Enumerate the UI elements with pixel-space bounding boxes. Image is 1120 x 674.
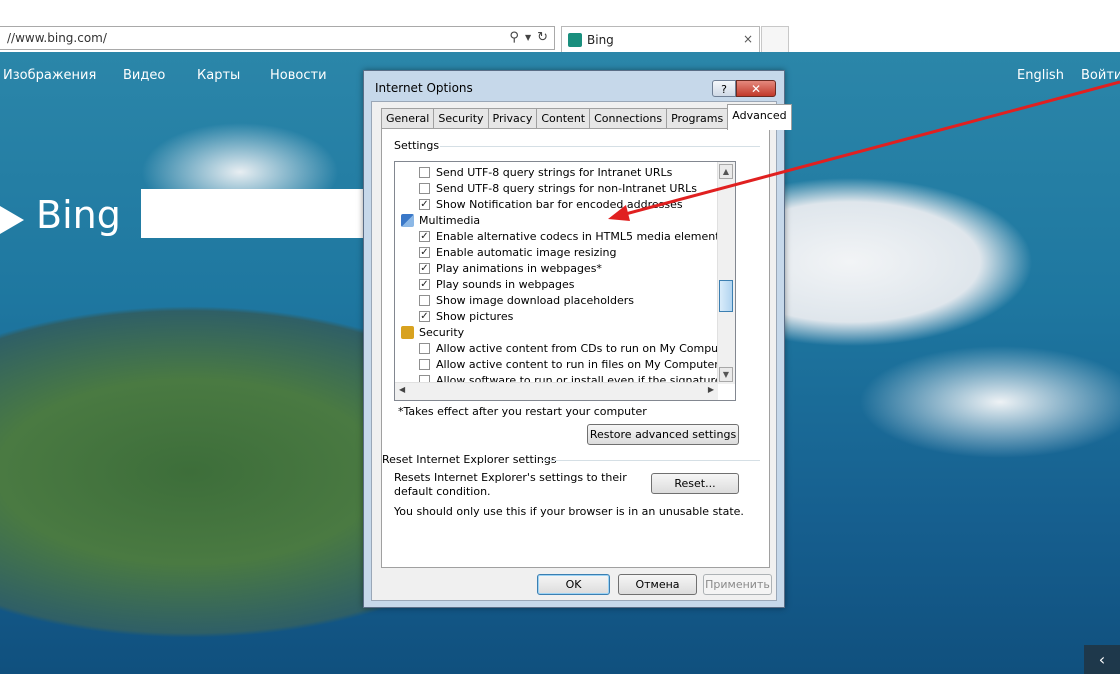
reset-warning: You should only use this if your browser… <box>394 505 744 518</box>
settings-item-label: Show image download placeholders <box>436 293 634 307</box>
address-tools: ⚲ ▼ ↻ <box>509 30 548 45</box>
tab-advanced[interactable]: Advanced <box>727 104 792 130</box>
checkbox[interactable]: ✓ <box>419 310 430 322</box>
settings-group-label: Settings <box>394 139 440 152</box>
browser-tab-bing[interactable]: Bing × <box>561 26 760 52</box>
apply-button[interactable]: Применить <box>703 574 772 595</box>
settings-item[interactable]: ✓ Enable alternative codecs in HTML5 medi… <box>419 228 731 244</box>
language-link[interactable]: English <box>1017 68 1064 83</box>
ok-button[interactable]: OK <box>537 574 610 595</box>
tab-connections[interactable]: Connections <box>589 108 668 129</box>
close-tab-icon[interactable]: × <box>743 32 753 46</box>
horizontal-scrollbar[interactable]: ◀ ▶ <box>395 382 718 400</box>
settings-item-label: Multimedia <box>419 213 481 227</box>
scroll-up-icon[interactable]: ▲ <box>719 164 733 179</box>
settings-item[interactable]: ✓ Enable automatic image resizing <box>419 244 616 260</box>
help-button[interactable]: ? <box>712 80 736 97</box>
settings-item-label: Allow active content from CDs to run on … <box>436 341 736 355</box>
checkbox[interactable]: ✓ <box>419 278 430 290</box>
settings-item-label: Security <box>419 325 465 339</box>
checkbox[interactable] <box>419 182 430 194</box>
settings-item[interactable]: Show image download placeholders <box>419 292 634 308</box>
lock-icon <box>401 325 414 339</box>
settings-item-label: Send UTF-8 query strings for non-Intrane… <box>436 181 697 195</box>
restore-advanced-settings-button[interactable]: Restore advanced settings <box>587 424 739 445</box>
scroll-thumb[interactable] <box>719 280 733 312</box>
settings-item[interactable]: Allow active content to run in files on … <box>419 356 724 372</box>
settings-item-label: Play animations in webpages* <box>436 261 602 275</box>
settings-item-label: Allow active content to run in files on … <box>436 357 725 371</box>
checkbox[interactable]: ✓ <box>419 198 430 210</box>
tab-security[interactable]: Security <box>433 108 489 129</box>
settings-item-label: Send UTF-8 query strings for Intranet UR… <box>436 165 673 179</box>
nav-images[interactable]: Изображения <box>3 68 96 83</box>
settings-item-label: Show Notification bar for encoded addres… <box>436 197 683 211</box>
address-text: //www.bing.com/ <box>7 31 107 45</box>
tab-content[interactable]: Content <box>536 108 591 129</box>
browser-chrome: //www.bing.com/ ⚲ ▼ ↻ Bing × <box>0 0 1120 53</box>
checkbox[interactable]: ✓ <box>419 230 430 242</box>
settings-item-label: Show pictures <box>436 309 514 323</box>
scroll-right-icon[interactable]: ▶ <box>708 385 714 394</box>
settings-item[interactable]: ✓ Play sounds in webpages <box>419 276 575 292</box>
settings-category: Security <box>401 324 464 340</box>
multimedia-icon <box>401 213 414 227</box>
checkbox[interactable] <box>419 294 430 306</box>
checkbox[interactable] <box>419 166 430 178</box>
settings-item-label: Enable automatic image resizing <box>436 245 617 259</box>
settings-item[interactable]: Allow active content from CDs to run on … <box>419 340 736 356</box>
bing-logo: Bing <box>36 193 121 237</box>
refresh-icon[interactable]: ↻ <box>537 30 548 45</box>
checkbox[interactable] <box>419 358 430 370</box>
tab-privacy[interactable]: Privacy <box>487 108 538 129</box>
chevron-down-icon[interactable]: ▼ <box>525 33 531 42</box>
bing-favicon-icon <box>568 33 582 47</box>
settings-list[interactable]: Send UTF-8 query strings for Intranet UR… <box>394 161 736 401</box>
vertical-scrollbar[interactable]: ▲ ▼ <box>717 162 735 384</box>
tab-general[interactable]: General <box>381 108 435 129</box>
divider <box>542 460 760 461</box>
settings-item-label: Play sounds in webpages <box>436 277 575 291</box>
checkbox[interactable]: ✓ <box>419 262 430 274</box>
tab-programs[interactable]: Programs <box>666 108 729 129</box>
internet-options-dialog: Internet Options ? ✕ General Security Pr… <box>363 70 792 608</box>
dialog-body: General Security Privacy Content Connect… <box>371 101 792 601</box>
settings-item-label: Enable alternative codecs in HTML5 media… <box>436 229 731 243</box>
checkbox[interactable]: ✓ <box>419 246 430 258</box>
reset-description: Resets Internet Explorer's settings to t… <box>394 471 627 498</box>
scroll-down-icon[interactable]: ▼ <box>719 367 733 382</box>
nav-video[interactable]: Видео <box>123 68 165 83</box>
bing-logo-icon <box>0 206 24 234</box>
tab-strip: General Security Privacy Content Connect… <box>381 104 792 130</box>
nav-maps[interactable]: Карты <box>197 68 240 83</box>
nav-news[interactable]: Новости <box>270 68 327 83</box>
reset-group-label: Reset Internet Explorer settings <box>382 453 557 466</box>
settings-item[interactable]: Send UTF-8 query strings for non-Intrane… <box>419 180 697 196</box>
chevron-left-icon[interactable]: ‹ <box>1084 645 1120 674</box>
address-bar[interactable]: //www.bing.com/ ⚲ ▼ ↻ <box>0 26 555 50</box>
settings-category: Multimedia <box>401 212 480 228</box>
scroll-left-icon[interactable]: ◀ <box>399 385 405 394</box>
search-icon[interactable]: ⚲ <box>509 30 519 45</box>
signin-link[interactable]: Войти <box>1081 68 1120 83</box>
cancel-button[interactable]: Отмена <box>618 574 697 595</box>
settings-item[interactable]: ✓ Show pictures <box>419 308 513 324</box>
settings-item[interactable]: ✓ Play animations in webpages* <box>419 260 602 276</box>
dialog-title: Internet Options <box>375 81 473 95</box>
settings-item[interactable]: ✓ Show Notification bar for encoded addre… <box>419 196 683 212</box>
reset-button[interactable]: Reset... <box>651 473 739 494</box>
bing-search-input[interactable] <box>141 189 366 238</box>
checkbox[interactable] <box>419 342 430 354</box>
close-button[interactable]: ✕ <box>736 80 776 97</box>
restart-note: *Takes effect after you restart your com… <box>398 405 647 418</box>
divider <box>440 146 760 147</box>
advanced-panel: Settings Send UTF-8 query strings for In… <box>381 128 770 568</box>
tab-title: Bing <box>587 33 614 47</box>
settings-item[interactable]: Send UTF-8 query strings for Intranet UR… <box>419 164 672 180</box>
new-tab-button[interactable] <box>761 26 789 52</box>
